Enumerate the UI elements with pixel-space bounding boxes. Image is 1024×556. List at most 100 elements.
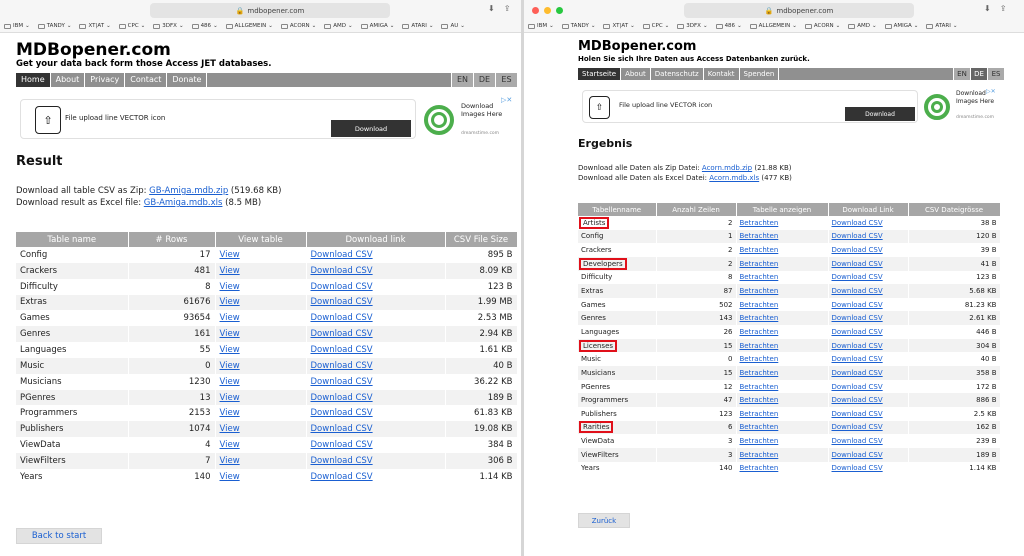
view-table-link[interactable]: View [220, 377, 240, 387]
view-table-link[interactable]: View [220, 456, 240, 466]
bookmark-folder[interactable]: 3DFX ⌄ [153, 23, 184, 29]
download-csv-link[interactable]: Download CSV [311, 297, 373, 307]
view-table-link[interactable]: View [220, 266, 240, 276]
download-csv-link[interactable]: Download CSV [311, 250, 373, 260]
ad-banner[interactable]: ⇧ File upload line VECTOR icon Download [20, 99, 416, 139]
ad-banner[interactable]: ⇧ File upload line VECTOR icon Download [582, 90, 918, 123]
ad-download-button[interactable]: Download [845, 107, 915, 121]
view-table-link[interactable]: View [220, 424, 240, 434]
nav-item-kontakt[interactable]: Kontakt [704, 68, 740, 80]
xls-link[interactable]: Acorn.mdb.xls [709, 174, 759, 182]
download-csv-link[interactable]: Download CSV [832, 410, 883, 418]
close-window-icon[interactable] [532, 7, 539, 14]
download-csv-link[interactable]: Download CSV [832, 219, 883, 227]
download-csv-link[interactable]: Download CSV [832, 355, 883, 363]
bookmark-folder[interactable]: IBM ⌄ [4, 23, 30, 29]
lang-en[interactable]: EN [451, 73, 473, 87]
back-to-start-button[interactable]: Back to start [16, 528, 102, 544]
bookmark-folder[interactable]: IBM ⌄ [528, 23, 554, 29]
view-table-link[interactable]: Betrachten [740, 383, 779, 391]
site-title[interactable]: MDBopener.com [578, 39, 696, 54]
view-table-link[interactable]: View [220, 345, 240, 355]
address-bar[interactable]: 🔒 mdbopener.com [150, 3, 390, 18]
xls-link[interactable]: GB-Amiga.mdb.xls [144, 198, 223, 208]
download-csv-link[interactable]: Download CSV [311, 266, 373, 276]
download-csv-link[interactable]: Download CSV [311, 282, 373, 292]
ad-choices-icon[interactable]: ▷✕ [986, 88, 996, 95]
download-csv-link[interactable]: Download CSV [311, 456, 373, 466]
download-csv-link[interactable]: Download CSV [832, 464, 883, 472]
bookmark-folder[interactable]: ACORN ⌄ [280, 23, 316, 29]
bookmark-folder[interactable]: AMD ⌄ [848, 23, 877, 29]
view-table-link[interactable]: Betrachten [740, 369, 779, 377]
view-table-link[interactable]: Betrachten [740, 342, 779, 350]
bookmark-folder[interactable]: XT|AT ⌄ [79, 23, 111, 29]
bookmark-folder[interactable]: AMIGA ⌄ [360, 23, 394, 29]
site-title[interactable]: MDBopener.com [16, 40, 171, 60]
bookmark-folder[interactable]: ATARI ⌄ [402, 23, 433, 29]
view-table-link[interactable]: View [220, 297, 240, 307]
lang-es[interactable]: ES [987, 68, 1004, 80]
share-icon[interactable]: ⇪ [1000, 4, 1007, 13]
view-table-link[interactable]: View [220, 361, 240, 371]
bookmark-folder[interactable]: AU ⌄ [441, 23, 465, 29]
download-csv-link[interactable]: Download CSV [832, 273, 883, 281]
bookmark-folder[interactable]: AMIGA ⌄ [884, 23, 918, 29]
nav-item-spenden[interactable]: Spenden [740, 68, 780, 80]
bookmark-folder[interactable]: 3DFX ⌄ [677, 23, 708, 29]
nav-item-about[interactable]: About [51, 73, 86, 87]
bookmark-folder[interactable]: ALLGEMEIN ⌄ [225, 23, 273, 29]
view-table-link[interactable]: Betrachten [740, 410, 779, 418]
download-csv-link[interactable]: Download CSV [832, 232, 883, 240]
view-table-link[interactable]: View [220, 313, 240, 323]
bookmark-folder[interactable]: 486 ⌄ [715, 23, 742, 29]
nav-item-datenschutz[interactable]: Datenschutz [651, 68, 704, 80]
view-table-link[interactable]: Betrachten [740, 301, 779, 309]
view-table-link[interactable]: Betrachten [740, 219, 779, 227]
download-csv-link[interactable]: Download CSV [832, 396, 883, 404]
bookmark-folder[interactable]: XT|AT ⌄ [603, 23, 635, 29]
download-csv-link[interactable]: Download CSV [832, 369, 883, 377]
view-table-link[interactable]: Betrachten [740, 423, 779, 431]
ad-download-button[interactable]: Download [331, 120, 411, 137]
view-table-link[interactable]: View [220, 408, 240, 418]
download-csv-link[interactable]: Download CSV [311, 329, 373, 339]
download-csv-link[interactable]: Download CSV [832, 260, 883, 268]
view-table-link[interactable]: Betrachten [740, 260, 779, 268]
download-csv-link[interactable]: Download CSV [832, 451, 883, 459]
bookmark-folder[interactable]: TANDY ⌄ [561, 23, 595, 29]
download-csv-link[interactable]: Download CSV [311, 440, 373, 450]
download-csv-link[interactable]: Download CSV [311, 313, 373, 323]
view-table-link[interactable]: View [220, 282, 240, 292]
lang-de[interactable]: DE [970, 68, 987, 80]
download-csv-link[interactable]: Download CSV [311, 345, 373, 355]
view-table-link[interactable]: Betrachten [740, 232, 779, 240]
ad-choices-icon[interactable]: ▷✕ [501, 96, 512, 104]
nav-item-privacy[interactable]: Privacy [85, 73, 126, 87]
view-table-link[interactable]: View [220, 472, 240, 482]
view-table-link[interactable]: Betrachten [740, 328, 779, 336]
download-csv-link[interactable]: Download CSV [832, 328, 883, 336]
download-csv-link[interactable]: Download CSV [311, 393, 373, 403]
nav-item-contact[interactable]: Contact [125, 73, 168, 87]
maximize-window-icon[interactable] [556, 7, 563, 14]
download-csv-link[interactable]: Download CSV [832, 423, 883, 431]
download-csv-link[interactable]: Download CSV [311, 472, 373, 482]
download-csv-link[interactable]: Download CSV [832, 287, 883, 295]
view-table-link[interactable]: View [220, 329, 240, 339]
bookmark-folder[interactable]: ATARI ⌄ [926, 23, 957, 29]
bookmark-folder[interactable]: ALLGEMEIN ⌄ [749, 23, 797, 29]
nav-item-donate[interactable]: Donate [167, 73, 208, 87]
download-icon[interactable]: ⬇ [984, 4, 991, 13]
bookmark-folder[interactable]: AMD ⌄ [324, 23, 353, 29]
view-table-link[interactable]: Betrachten [740, 396, 779, 404]
nav-item-home[interactable]: Home [16, 73, 51, 87]
download-csv-link[interactable]: Download CSV [311, 377, 373, 387]
zip-link[interactable]: Acorn.mdb.zip [702, 164, 752, 172]
download-csv-link[interactable]: Download CSV [832, 314, 883, 322]
download-csv-link[interactable]: Download CSV [832, 301, 883, 309]
nav-item-about[interactable]: About [621, 68, 651, 80]
lang-en[interactable]: EN [953, 68, 970, 80]
view-table-link[interactable]: Betrachten [740, 451, 779, 459]
bookmark-folder[interactable]: CPC ⌄ [642, 23, 669, 29]
